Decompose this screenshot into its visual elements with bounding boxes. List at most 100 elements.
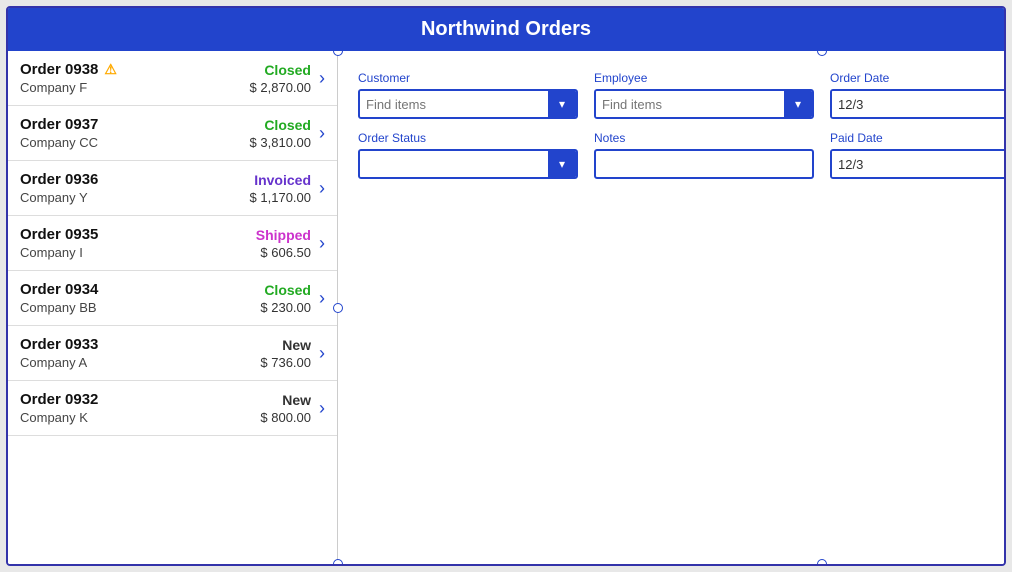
order-amount: $ 736.00 — [260, 355, 311, 370]
order-title: Order 0932 — [20, 391, 260, 408]
order-company: Company F — [20, 80, 250, 95]
order-date-field: Order Date 📅 ◂ ▸ — [830, 71, 1004, 119]
order-item[interactable]: Order 0937 Company CC Closed $ 3,810.00 … — [8, 106, 337, 161]
order-id: Order 0933 — [20, 336, 98, 353]
notes-field: Notes — [594, 131, 814, 179]
paid-date-wrapper[interactable]: 📅 ◂ ▸ — [830, 149, 1004, 179]
order-amount: $ 3,810.00 — [250, 135, 311, 150]
order-date-input[interactable] — [832, 91, 1004, 117]
chevron-right-icon[interactable]: › — [319, 233, 325, 254]
order-company: Company A — [20, 355, 260, 370]
order-amount: $ 800.00 — [260, 410, 311, 425]
content-area: Order 0938 ⚠ Company F Closed $ 2,870.00… — [8, 51, 1004, 564]
resize-handle-tc[interactable] — [817, 51, 827, 56]
chevron-right-icon[interactable]: › — [319, 288, 325, 309]
order-item[interactable]: Order 0934 Company BB Closed $ 230.00 › — [8, 271, 337, 326]
order-company: Company CC — [20, 135, 250, 150]
order-status-dropdown-btn[interactable]: ▾ — [548, 151, 576, 177]
order-status: Invoiced — [250, 172, 311, 188]
paid-date-input[interactable] — [832, 151, 1004, 177]
customer-label: Customer — [358, 71, 578, 85]
employee-select-wrapper[interactable]: ▾ — [594, 89, 814, 119]
resize-handle-tl[interactable] — [333, 51, 343, 56]
resize-handle-bl[interactable] — [333, 559, 343, 564]
order-list: Order 0938 ⚠ Company F Closed $ 2,870.00… — [8, 51, 338, 564]
order-id: Order 0937 — [20, 116, 98, 133]
order-title: Order 0935 — [20, 226, 256, 243]
order-title: Order 0933 — [20, 336, 260, 353]
order-amount: $ 1,170.00 — [250, 190, 311, 205]
order-amount: $ 606.50 — [256, 245, 311, 260]
app-container: Northwind Orders Order 0938 ⚠ Company F … — [6, 6, 1006, 566]
resize-handle-bc[interactable] — [817, 559, 827, 564]
order-right: New $ 736.00 — [260, 337, 311, 370]
order-right: New $ 800.00 — [260, 392, 311, 425]
employee-input[interactable] — [596, 91, 784, 117]
customer-select-wrapper[interactable]: ▾ — [358, 89, 578, 119]
order-item[interactable]: Order 0936 Company Y Invoiced $ 1,170.00… — [8, 161, 337, 216]
order-id: Order 0932 — [20, 391, 98, 408]
order-status: Closed — [250, 117, 311, 133]
order-status: New — [260, 392, 311, 408]
order-status: Shipped — [256, 227, 311, 243]
customer-input[interactable] — [360, 91, 548, 117]
order-title: Order 0934 — [20, 281, 260, 298]
order-item[interactable]: Order 0935 Company I Shipped $ 606.50 › — [8, 216, 337, 271]
order-company: Company K — [20, 410, 260, 425]
notes-label: Notes — [594, 131, 814, 145]
employee-label: Employee — [594, 71, 814, 85]
order-info: Order 0934 Company BB — [20, 281, 260, 315]
chevron-right-icon[interactable]: › — [319, 343, 325, 364]
order-status: New — [260, 337, 311, 353]
order-info: Order 0933 Company A — [20, 336, 260, 370]
chevron-right-icon[interactable]: › — [319, 178, 325, 199]
app-header: Northwind Orders — [8, 8, 1004, 51]
order-status-label: Order Status — [358, 131, 578, 145]
filter-panel: Customer ▾ Employee ▾ Order Da — [338, 51, 1004, 564]
order-info: Order 0937 Company CC — [20, 116, 250, 150]
filter-grid: Customer ▾ Employee ▾ Order Da — [358, 71, 1004, 179]
order-status-field: Order Status ▾ — [358, 131, 578, 179]
order-info: Order 0932 Company K — [20, 391, 260, 425]
order-amount: $ 2,870.00 — [250, 80, 311, 95]
order-right: Shipped $ 606.50 — [256, 227, 311, 260]
notes-input[interactable] — [594, 149, 814, 179]
order-right: Closed $ 3,810.00 — [250, 117, 311, 150]
customer-dropdown-btn[interactable]: ▾ — [548, 91, 576, 117]
order-title: Order 0936 — [20, 171, 250, 188]
order-right: Closed $ 230.00 — [260, 282, 311, 315]
order-status: Closed — [260, 282, 311, 298]
warning-icon: ⚠ — [104, 61, 117, 78]
order-amount: $ 230.00 — [260, 300, 311, 315]
employee-dropdown-btn[interactable]: ▾ — [784, 91, 812, 117]
order-company: Company I — [20, 245, 256, 260]
order-id: Order 0935 — [20, 226, 98, 243]
chevron-right-icon[interactable]: › — [319, 398, 325, 419]
order-status-input[interactable] — [360, 151, 548, 177]
order-info: Order 0936 Company Y — [20, 171, 250, 205]
order-item[interactable]: Order 0938 ⚠ Company F Closed $ 2,870.00… — [8, 51, 337, 106]
order-item[interactable]: Order 0932 Company K New $ 800.00 › — [8, 381, 337, 436]
paid-date-field: Paid Date 📅 ◂ ▸ — [830, 131, 1004, 179]
employee-field: Employee ▾ — [594, 71, 814, 119]
order-id: Order 0936 — [20, 171, 98, 188]
order-company: Company BB — [20, 300, 260, 315]
resize-handle-ml[interactable] — [333, 303, 343, 313]
order-id: Order 0934 — [20, 281, 98, 298]
order-title: Order 0938 ⚠ — [20, 61, 250, 78]
order-status-select-wrapper[interactable]: ▾ — [358, 149, 578, 179]
order-company: Company Y — [20, 190, 250, 205]
order-right: Invoiced $ 1,170.00 — [250, 172, 311, 205]
order-right: Closed $ 2,870.00 — [250, 62, 311, 95]
order-date-wrapper[interactable]: 📅 ◂ ▸ — [830, 89, 1004, 119]
order-id: Order 0938 — [20, 61, 98, 78]
customer-field: Customer ▾ — [358, 71, 578, 119]
order-title: Order 0937 — [20, 116, 250, 133]
order-info: Order 0938 ⚠ Company F — [20, 61, 250, 95]
order-date-label: Order Date — [830, 71, 1004, 85]
order-item[interactable]: Order 0933 Company A New $ 736.00 › — [8, 326, 337, 381]
chevron-right-icon[interactable]: › — [319, 68, 325, 89]
order-info: Order 0935 Company I — [20, 226, 256, 260]
app-title: Northwind Orders — [421, 18, 591, 40]
chevron-right-icon[interactable]: › — [319, 123, 325, 144]
